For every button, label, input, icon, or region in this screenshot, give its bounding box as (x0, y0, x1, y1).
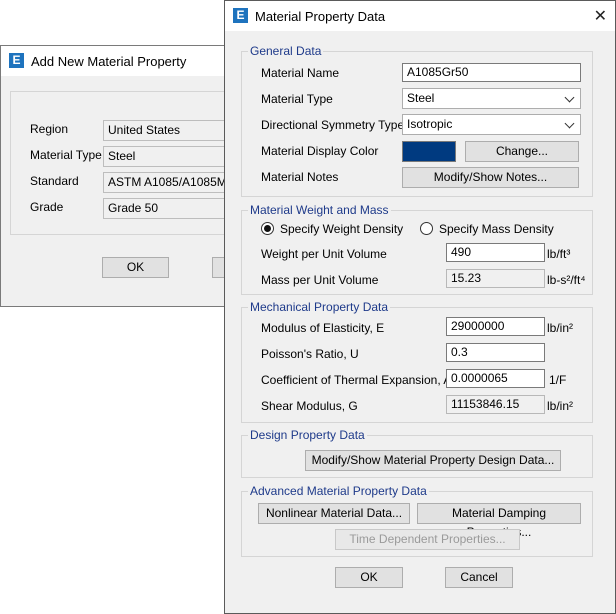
material-property-window: E Material Property Data ✕ General Data … (224, 0, 616, 614)
nonlinear-data-button[interactable]: Nonlinear Material Data... (258, 503, 410, 524)
region-select[interactable]: United States (103, 120, 241, 141)
grade-select[interactable]: Grade 50 (103, 198, 241, 219)
weight-per-volume-input[interactable]: 490 (446, 243, 545, 262)
poisson-label: Poisson's Ratio, U (261, 347, 359, 361)
weight-per-volume-label: Weight per Unit Volume (261, 247, 387, 261)
add-material-title: Add New Material Property (31, 54, 187, 69)
mass-density-radio[interactable] (420, 222, 433, 235)
design-property-title: Design Property Data (248, 428, 367, 442)
mass-density-label[interactable]: Specify Mass Density (439, 222, 554, 236)
poisson-input[interactable]: 0.3 (446, 343, 545, 362)
add-material-titlebar[interactable]: E Add New Material Property (1, 46, 239, 76)
material-type-label: Material Type (261, 92, 333, 106)
change-color-button[interactable]: Change... (465, 141, 579, 162)
material-name-input[interactable]: A1085Gr50 (402, 63, 581, 82)
cancel-button[interactable]: Cancel (445, 567, 513, 588)
thermal-expansion-input[interactable]: 0.0000065 (446, 369, 545, 388)
window-title: Material Property Data (255, 9, 386, 24)
standard-label: Standard (30, 174, 79, 188)
thermal-expansion-unit: 1/F (549, 373, 567, 387)
design-data-button[interactable]: Modify/Show Material Property Design Dat… (305, 450, 561, 471)
add-material-type-label: Material Type (30, 148, 102, 162)
elasticity-label: Modulus of Elasticity, E (261, 321, 385, 335)
shear-modulus-value: 11153846.15 (446, 395, 545, 414)
display-color-swatch[interactable] (402, 141, 456, 162)
material-type-value: Steel (407, 91, 435, 105)
damping-properties-button[interactable]: Material Damping Properties... (417, 503, 581, 539)
weight-mass-title: Material Weight and Mass (248, 203, 391, 217)
advanced-property-title: Advanced Material Property Data (248, 484, 429, 498)
modify-notes-button[interactable]: Modify/Show Notes... (402, 167, 579, 188)
weight-density-radio[interactable] (261, 222, 274, 235)
chevron-down-icon (564, 92, 575, 103)
elasticity-input[interactable]: 29000000 (446, 317, 545, 336)
time-dependent-button: Time Dependent Properties... (335, 529, 520, 550)
elasticity-unit: lb/in² (547, 321, 574, 335)
mechanical-property-title: Mechanical Property Data (248, 300, 391, 314)
weight-per-volume-unit: lb/ft³ (547, 247, 571, 261)
material-property-titlebar[interactable]: E Material Property Data ✕ (225, 1, 615, 31)
display-color-label: Material Display Color (261, 144, 379, 158)
add-material-type-select[interactable]: Steel (103, 146, 241, 167)
grade-label: Grade (30, 200, 64, 214)
mass-per-volume-label: Mass per Unit Volume (261, 273, 379, 287)
symmetry-type-label: Directional Symmetry Type (261, 118, 405, 132)
add-material-window: E Add New Material Property Region Unite… (0, 45, 252, 307)
region-label: Region (30, 122, 69, 136)
weight-density-label[interactable]: Specify Weight Density (280, 222, 403, 236)
symmetry-type-select[interactable]: Isotropic (402, 114, 581, 135)
material-type-select[interactable]: Steel (402, 88, 581, 109)
chevron-down-icon (564, 118, 575, 129)
symmetry-type-value: Isotropic (407, 117, 453, 131)
shear-modulus-label: Shear Modulus, G (261, 399, 358, 413)
shear-modulus-unit: lb/in² (547, 399, 574, 413)
material-name-label: Material Name (261, 66, 340, 80)
mass-per-volume-value: 15.23 (446, 269, 545, 288)
close-icon[interactable]: ✕ (594, 6, 607, 26)
add-material-ok-button[interactable]: OK (102, 257, 169, 278)
general-data-title: General Data (248, 44, 324, 58)
ok-button[interactable]: OK (335, 567, 403, 588)
thermal-expansion-label: Coefficient of Thermal Expansion, A (261, 373, 452, 387)
app-icon: E (9, 53, 24, 68)
material-notes-label: Material Notes (261, 170, 339, 184)
standard-select[interactable]: ASTM A1085/A1085M (103, 172, 241, 193)
mass-per-volume-unit: lb-s²/ft⁴ (547, 273, 586, 287)
app-icon: E (233, 8, 248, 23)
radio-selected-dot (264, 225, 271, 232)
